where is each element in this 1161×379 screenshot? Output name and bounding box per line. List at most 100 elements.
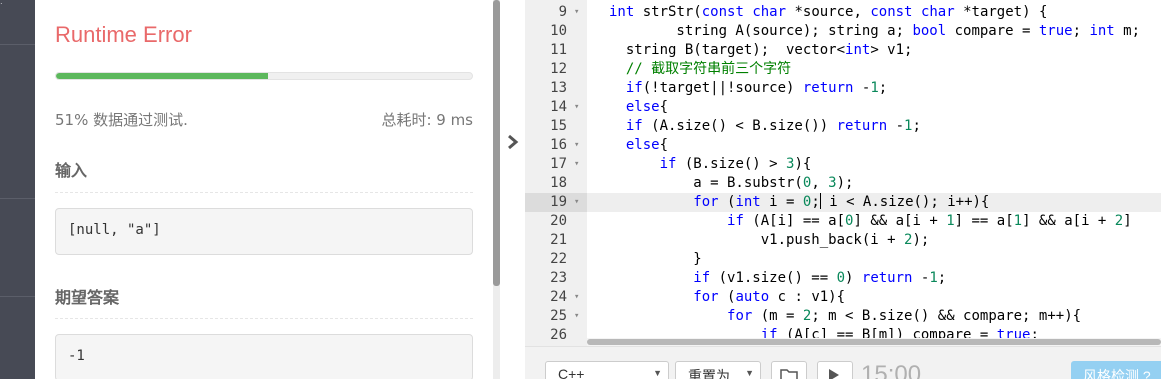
code-token: (m = — [752, 308, 803, 324]
code-text[interactable]: for (m = 2; m < B.size() && compare; m++… — [587, 307, 1161, 326]
code-line[interactable]: 11 string B(target); vector<int> v1; — [525, 41, 1161, 60]
code-token: compare = — [946, 23, 1039, 39]
code-line[interactable]: 25 ▾ for (m = 2; m < B.size() && compare;… — [525, 307, 1161, 326]
code-line[interactable]: 12 // 截取字符串前三个字符 — [525, 60, 1161, 79]
caret-down-icon: ▼ — [653, 368, 662, 378]
code-text[interactable]: for (int i = 0; i < A.size(); i++){ — [587, 193, 1161, 212]
editor-scroll-thumb[interactable] — [587, 339, 1161, 345]
app-nav-strip: ᐧ — [0, 0, 35, 379]
fold-toggle-icon[interactable]: ▾ — [574, 155, 579, 174]
code-token: 1 — [870, 80, 879, 96]
code-token: ; — [811, 194, 820, 210]
code-line[interactable]: 20 if (A[i] == a[0] && a[i + 1] == a[1] … — [525, 212, 1161, 231]
code-token: ; — [1072, 23, 1090, 39]
code-text[interactable]: string A(source); string a; bool compare… — [587, 22, 1161, 41]
reset-button[interactable]: 重置为 ▼ — [675, 361, 761, 379]
code-line[interactable]: 15 if (A.size() < B.size()) return -1; — [525, 117, 1161, 136]
panel-scrollbar[interactable] — [493, 0, 500, 379]
code-text[interactable]: int strStr(const char *source, const cha… — [587, 3, 1161, 22]
code-token: ){ — [794, 156, 812, 172]
code-text[interactable]: else{ — [587, 98, 1161, 117]
code-text[interactable]: if (v1.size() == 0) return -1; — [587, 269, 1161, 288]
code-token: m; — [1114, 23, 1141, 39]
code-token: else — [625, 99, 660, 115]
fold-toggle-icon[interactable]: ▾ — [574, 3, 579, 22]
code-token: strStr( — [634, 4, 702, 20]
code-token: return — [802, 80, 854, 96]
code-token: (A.size() < B.size()) — [642, 118, 837, 134]
code-token: ] && a[i + — [1022, 213, 1115, 229]
code-token: ( — [718, 289, 736, 305]
code-text[interactable]: if(!target||!source) return -1; — [587, 79, 1161, 98]
code-line[interactable]: 13 if(!target||!source) return -1; — [525, 79, 1161, 98]
line-number: 19 — [550, 194, 567, 210]
code-token: ; — [937, 270, 947, 286]
editor-horizontal-scrollbar[interactable] — [587, 338, 1161, 346]
code-token: (B.size() > — [676, 156, 787, 172]
code-line[interactable]: 14 ▾ else{ — [525, 98, 1161, 117]
fold-toggle-icon[interactable]: ▾ — [574, 193, 579, 212]
code-token: if — [727, 213, 744, 229]
code-token: *source, — [786, 4, 871, 20]
nav-divider — [0, 296, 35, 297]
code-line[interactable]: 23 if (v1.size() == 0) return -1; — [525, 269, 1161, 288]
code-token: (v1.size() == — [710, 270, 837, 286]
code-token: { — [659, 137, 669, 153]
panel-splitter[interactable] — [500, 0, 525, 379]
line-number-cell: 24 ▾ — [525, 288, 587, 307]
code-text[interactable]: a = B.substr(0, 3); — [587, 174, 1161, 193]
line-number-cell: 17 ▾ — [525, 155, 587, 174]
test-progress-bar — [55, 72, 473, 80]
language-select-value: C++ — [558, 366, 585, 379]
code-text[interactable]: // 截取字符串前三个字符 — [587, 60, 1161, 79]
line-number-cell: 22 — [525, 250, 587, 269]
code-text[interactable]: else{ — [587, 136, 1161, 155]
line-number-cell: 18 — [525, 174, 587, 193]
line-number-cell: 11 — [525, 41, 587, 60]
code-line[interactable]: 19 ▾ for (int i = 0; i < A.size(); i++){ — [525, 193, 1161, 212]
fold-toggle-icon[interactable]: ▾ — [574, 136, 579, 155]
code-line[interactable]: 24 ▾ for (auto c : v1){ — [525, 288, 1161, 307]
code-text[interactable]: if (A.size() < B.size()) return -1; — [587, 117, 1161, 136]
folder-button[interactable] — [771, 361, 807, 379]
code-token: ] — [1123, 213, 1132, 229]
code-text[interactable]: v1.push_back(i + 2); — [587, 231, 1161, 250]
code-line[interactable]: 9 ▾ int strStr(const char *source, const c… — [525, 3, 1161, 22]
code-line[interactable]: 18 a = B.substr(0, 3); — [525, 174, 1161, 193]
code-token: ; — [878, 80, 888, 96]
line-number: 18 — [550, 175, 567, 191]
fold-toggle-icon[interactable]: ▾ — [574, 288, 579, 307]
run-button[interactable] — [817, 361, 853, 379]
fold-toggle-icon[interactable]: ▾ — [574, 307, 579, 326]
code-text[interactable]: if (B.size() > 3){ — [587, 155, 1161, 174]
line-number-cell: 25 ▾ — [525, 307, 587, 326]
passed-tests-text: 51% 数据通过测试. — [55, 111, 188, 129]
code-text[interactable]: string B(target); vector<int> v1; — [587, 41, 1161, 60]
caret-down-icon: ▼ — [745, 368, 754, 378]
code-token: auto — [735, 289, 770, 305]
fold-toggle-icon[interactable]: ▾ — [574, 98, 579, 117]
chevron-right-icon[interactable] — [506, 130, 520, 154]
code-text[interactable]: for (auto c : v1){ — [587, 288, 1161, 307]
code-line[interactable]: 21 v1.push_back(i + 2); — [525, 231, 1161, 250]
code-text[interactable]: } — [587, 250, 1161, 269]
code-text[interactable]: if (A[i] == a[0] && a[i + 1] == a[1] && … — [587, 212, 1161, 231]
panel-scroll-thumb[interactable] — [493, 0, 500, 286]
code-token: int — [609, 4, 635, 20]
style-check-button[interactable]: 风格检测 ? — [1071, 361, 1161, 379]
code-token: true — [1038, 23, 1073, 39]
code-line[interactable]: 17 ▾ if (B.size() > 3){ — [525, 155, 1161, 174]
reset-button-label: 重置为 — [688, 368, 730, 379]
code-editor[interactable]: 9 ▾ int strStr(const char *source, const c… — [525, 0, 1161, 346]
code-line[interactable]: 16 ▾ else{ — [525, 136, 1161, 155]
language-select[interactable]: C++ ▼ — [545, 361, 669, 379]
countdown-timer: 15:00 — [861, 361, 922, 379]
code-line[interactable]: 22 } — [525, 250, 1161, 269]
line-number-cell: 12 — [525, 60, 587, 79]
code-line[interactable]: 10 string A(source); string a; bool comp… — [525, 22, 1161, 41]
